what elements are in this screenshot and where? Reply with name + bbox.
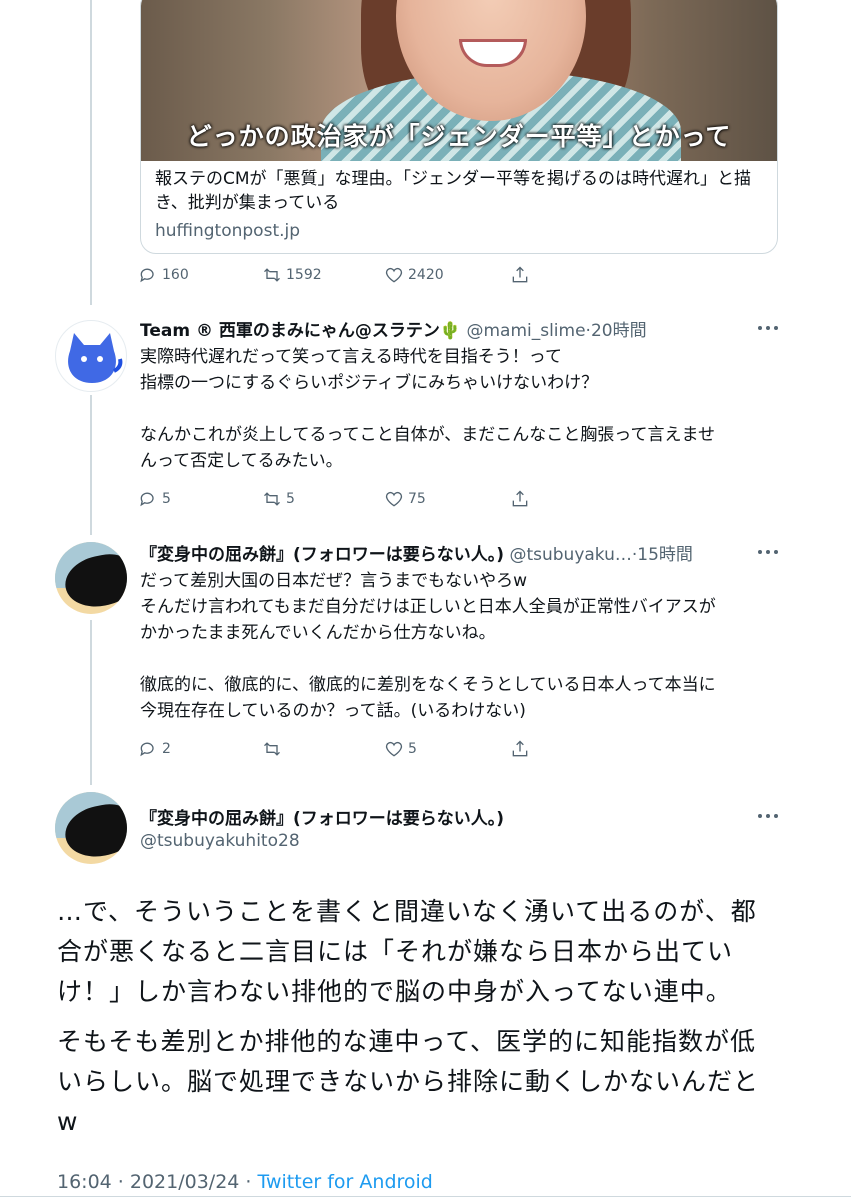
share-button[interactable] (510, 739, 530, 759)
like-icon (385, 741, 403, 757)
thread-line (90, 0, 92, 305)
thread-line (90, 395, 92, 535)
display-name[interactable]: 『変身中の屈み餅』(フォロワーは要らない人。) (140, 545, 504, 565)
main-tweet-text: …で、そういうことを書くと間違いなく湧いて出るのが、都 合が悪くなると二言目には… (57, 897, 760, 1136)
more-icon[interactable] (758, 814, 780, 820)
card-image: どっかの政治家が「ジェンダー平等」とかって (141, 0, 777, 161)
avatar[interactable] (55, 542, 127, 614)
tweet-actions: 2 5 (138, 739, 530, 759)
like-icon (385, 491, 403, 507)
reply-button[interactable]: 2 (138, 739, 262, 759)
avatar[interactable] (55, 792, 127, 864)
tweet-actions: 5 5 75 (138, 489, 530, 509)
like-count: 75 (408, 491, 426, 507)
tweet-source[interactable]: Twitter for Android (258, 1171, 433, 1193)
handle[interactable]: @tsubuyakuhito28 (140, 831, 504, 851)
thread-line (90, 620, 92, 785)
reply-icon (140, 742, 154, 757)
reply-count: 2 (162, 741, 171, 757)
more-icon[interactable] (758, 326, 780, 332)
divider (0, 1196, 851, 1197)
reply-icon (140, 268, 154, 283)
like-button[interactable]: 2420 (384, 265, 510, 285)
tweet-header: 『変身中の屈み餅』(フォロワーは要らない人。) @tsubuyakuhito28 (140, 804, 504, 851)
share-button[interactable] (510, 489, 530, 509)
retweet-button[interactable]: 5 (262, 489, 384, 509)
reply-count: 5 (162, 491, 171, 507)
retweet-button[interactable] (262, 739, 384, 759)
share-icon (512, 740, 528, 757)
reply-count: 160 (162, 267, 189, 283)
retweet-icon (264, 742, 280, 756)
display-name[interactable]: Team ® 西軍のまみにゃん@スラテン🌵 (140, 321, 461, 341)
card-image-caption: どっかの政治家が「ジェンダー平等」とかって (186, 122, 732, 151)
card-domain: huffingtonpost.jp (155, 221, 301, 241)
tweet-actions: 160 1592 2420 (138, 265, 530, 285)
reply-button[interactable]: 160 (138, 265, 262, 285)
display-name[interactable]: 『変身中の屈み餅』(フォロワーは要らない人。) (140, 804, 504, 829)
handle-time[interactable]: @mami_slime·20時間 (466, 321, 646, 341)
tweet-timestamp: 16:04 · 2021/03/24 · Twitter for Android (57, 1171, 433, 1193)
share-icon (512, 266, 528, 283)
retweet-icon (264, 492, 280, 506)
tweet-header: Team ® 西軍のまみにゃん@スラテン🌵 @mami_slime·20時間 (140, 316, 647, 341)
like-icon (385, 267, 403, 283)
reply-icon (140, 492, 154, 507)
slime-cat-avatar-icon (68, 333, 123, 383)
retweet-count: 1592 (286, 267, 322, 283)
share-button[interactable] (510, 265, 530, 285)
tweet-text: だって差別大国の日本だぜ？言うまでもないやろw そんだけ言われてもまだ自分だけは… (140, 571, 716, 721)
like-count: 2420 (408, 267, 444, 283)
avatar[interactable] (55, 320, 127, 392)
like-button[interactable]: 75 (384, 489, 510, 509)
retweet-count: 5 (286, 491, 295, 507)
share-icon (512, 490, 528, 507)
handle-time[interactable]: @tsubuyaku…·15時間 (509, 545, 692, 565)
reply-button[interactable]: 5 (138, 489, 262, 509)
more-icon[interactable] (758, 550, 780, 556)
link-card[interactable]: どっかの政治家が「ジェンダー平等」とかって 報ステのCMが「悪質」な理由。「ジェ… (140, 0, 778, 254)
like-count: 5 (408, 741, 417, 757)
like-button[interactable]: 5 (384, 739, 510, 759)
tweet-time[interactable]: 16:04 · 2021/03/24 · (57, 1171, 258, 1193)
retweet-button[interactable]: 1592 (262, 265, 384, 285)
tweet-text: 実際時代遅れだって笑って言える時代を目指そう！って 指標の一つにするぐらいポジテ… (140, 347, 715, 471)
card-title: 報ステのCMが「悪質」な理由。「ジェンダー平等を掲げるのは時代遅れ」と描き、批判… (155, 169, 752, 213)
retweet-icon (264, 268, 280, 282)
tweet-header: 『変身中の屈み餅』(フォロワーは要らない人。) @tsubuyaku…·15時間 (140, 540, 693, 565)
